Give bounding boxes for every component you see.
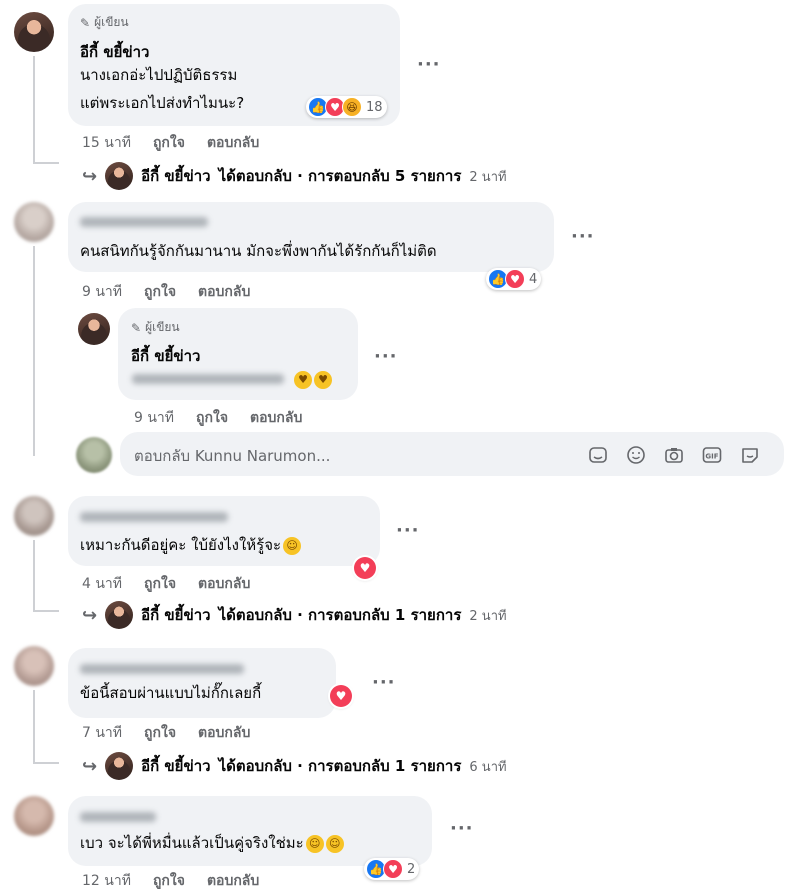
smiling-hearts-icon: ♥ xyxy=(294,370,312,389)
love-reaction-icon[interactable]: ♥ xyxy=(330,685,352,707)
reply-arrow-icon: ↪ xyxy=(82,165,98,187)
svg-text:GIF: GIF xyxy=(705,453,718,461)
reply-author-name: อีกี้ ขยี้ข่าว xyxy=(141,606,211,624)
like-button[interactable]: ถูกใจ xyxy=(144,722,176,744)
thread-line xyxy=(33,690,35,764)
more-options-icon[interactable]: ··· xyxy=(372,672,396,693)
commenter-name-blurred[interactable] xyxy=(80,512,228,522)
replies-count-text: ได้ตอบกลับ · การตอบกลับ 1 รายการ xyxy=(218,606,462,624)
view-replies-link[interactable]: ↪ อีกี้ ขยี้ข่าว ได้ตอบกลับ · การตอบกลับ… xyxy=(82,752,507,780)
reaction-summary[interactable]: 👍 ♥ 2 xyxy=(364,858,420,880)
reply-button[interactable]: ตอบกลับ xyxy=(198,573,250,595)
comment-text: คนสนิทกันรู้จักกันมานาน มักจะพึ่งพากันได… xyxy=(80,242,437,260)
avatar-sticker-icon[interactable] xyxy=(740,445,760,465)
author-badge: ✎ ผู้เขียน xyxy=(131,320,180,335)
commenter-avatar[interactable] xyxy=(14,496,54,536)
author-avatar xyxy=(105,162,134,190)
love-reaction-icon: ♥ xyxy=(383,859,403,879)
haha-reaction-icon: 😆 xyxy=(342,97,362,117)
more-options-icon[interactable]: ··· xyxy=(571,226,595,247)
reply-input-placeholder: ตอบกลับ Kunnu Narumon... xyxy=(134,447,331,465)
comment-time[interactable]: 4 นาที xyxy=(82,573,122,595)
author-avatar xyxy=(105,752,134,780)
reply-button[interactable]: ตอบกลับ xyxy=(198,722,250,744)
pencil-icon: ✎ xyxy=(80,15,91,30)
comment-time[interactable]: 7 นาที xyxy=(82,722,122,744)
reaction-count: 4 xyxy=(529,271,538,287)
reply-arrow-icon: ↪ xyxy=(82,755,98,777)
pencil-icon: ✎ xyxy=(131,320,142,335)
reply-time: 2 นาที xyxy=(469,608,507,624)
reply-time: 2 นาที xyxy=(469,169,507,185)
reaction-summary[interactable]: 👍 ♥ 😆 18 xyxy=(306,96,387,118)
reply-button[interactable]: ตอบกลับ xyxy=(250,407,302,429)
replies-count-text: ได้ตอบกลับ · การตอบกลับ 1 รายการ xyxy=(218,757,462,775)
reaction-count: 2 xyxy=(407,861,416,877)
reply-author-name[interactable]: อีกี้ ขยี้ข่าว xyxy=(131,344,200,368)
author-avatar[interactable] xyxy=(78,313,110,345)
like-button[interactable]: ถูกใจ xyxy=(144,573,176,595)
comment-text-line: แต่พระเอกไปส่งทำไมนะ? xyxy=(80,94,245,112)
love-reaction-icon[interactable]: ♥ xyxy=(354,557,376,579)
comment-actions: 7 นาที ถูกใจ ตอบกลับ xyxy=(82,722,250,744)
reply-author-name: อีกี้ ขยี้ข่าว xyxy=(141,757,211,775)
view-replies-link[interactable]: ↪ อีกี้ ขยี้ข่าว ได้ตอบกลับ · การตอบกลับ… xyxy=(82,162,507,190)
reply-time[interactable]: 9 นาที xyxy=(134,407,174,429)
hugging-face-icon: ☺ xyxy=(325,834,344,853)
replies-count-text: ได้ตอบกลับ · การตอบกลับ 5 รายการ xyxy=(218,167,462,185)
thread-line xyxy=(33,246,35,456)
more-options-icon[interactable]: ··· xyxy=(417,54,441,75)
comment-time[interactable]: 9 นาที xyxy=(82,281,122,303)
like-button[interactable]: ถูกใจ xyxy=(153,132,185,154)
reply-actions: 9 นาที ถูกใจ ตอบกลับ xyxy=(134,407,302,429)
smiling-face-icon: ☺ xyxy=(305,834,324,853)
comment-text: เบว จะได้พี่หมื่นแล้วเป็นคู่จริงใช่มะ ☺ ☺ xyxy=(80,830,344,856)
more-options-icon[interactable]: ··· xyxy=(396,520,420,541)
commenter-name-blurred[interactable] xyxy=(80,812,156,822)
smiling-face-icon: ☺ xyxy=(283,536,302,555)
reaction-count: 18 xyxy=(366,99,383,115)
smiling-hearts-icon: ♥ xyxy=(314,370,332,389)
reply-button[interactable]: ตอบกลับ xyxy=(198,281,250,303)
like-button[interactable]: ถูกใจ xyxy=(144,281,176,303)
gif-icon[interactable]: GIF xyxy=(702,445,722,465)
commenter-avatar[interactable] xyxy=(14,202,54,242)
reply-button[interactable]: ตอบกลับ xyxy=(207,132,259,154)
mentioned-name-blurred[interactable] xyxy=(132,374,284,384)
author-avatar xyxy=(105,601,134,629)
like-button[interactable]: ถูกใจ xyxy=(196,407,228,429)
thread-line xyxy=(33,56,35,164)
emoji-icon[interactable] xyxy=(626,445,646,465)
comment-actions: 9 นาที ถูกใจ ตอบกลับ xyxy=(82,281,250,303)
comment-author-name[interactable]: อีกี้ ขยี้ข่าว xyxy=(80,40,149,64)
heart-eyes-emoji: ♥ ♥ xyxy=(292,369,332,389)
reply-arrow-icon: ↪ xyxy=(82,604,98,626)
camera-icon[interactable] xyxy=(664,445,684,465)
comment-actions: 4 นาที ถูกใจ ตอบกลับ xyxy=(82,573,250,595)
thread-line xyxy=(33,610,59,612)
reply-time: 6 นาที xyxy=(469,759,507,775)
view-replies-link[interactable]: ↪ อีกี้ ขยี้ข่าว ได้ตอบกลับ · การตอบกลับ… xyxy=(82,601,507,629)
reply-author-name: อีกี้ ขยี้ข่าว xyxy=(141,167,211,185)
thread-line xyxy=(33,540,35,612)
comment-time[interactable]: 15 นาที xyxy=(82,132,131,154)
sticker-icon[interactable] xyxy=(588,445,608,465)
thread-line xyxy=(33,162,59,164)
more-options-icon[interactable]: ··· xyxy=(450,818,474,839)
reaction-summary[interactable]: 👍 ♥ 4 xyxy=(486,268,542,290)
comment-text-line: นางเอกอ่ะไปปฏิบัติธรรม xyxy=(80,66,238,84)
comment-text: ข้อนี้สอบผ่านแบบไม่กั๊กเลยกี้ xyxy=(80,684,262,702)
commenter-avatar[interactable] xyxy=(14,646,54,686)
author-avatar[interactable] xyxy=(14,12,54,52)
current-user-avatar xyxy=(76,437,112,473)
commenter-name-blurred[interactable] xyxy=(80,217,208,227)
comment-actions: 15 นาที ถูกใจ ตอบกลับ xyxy=(82,132,259,154)
comment-text: เหมาะกันดีอยู่คะ ใบ้ยังไงให้รู้จะ ☺ xyxy=(80,532,302,558)
commenter-name-blurred[interactable] xyxy=(80,664,244,674)
author-badge: ✎ ผู้เขียน xyxy=(80,15,129,30)
more-options-icon[interactable]: ··· xyxy=(374,346,398,367)
love-reaction-icon: ♥ xyxy=(505,269,525,289)
commenter-avatar[interactable] xyxy=(14,796,54,836)
thread-line xyxy=(33,762,59,764)
